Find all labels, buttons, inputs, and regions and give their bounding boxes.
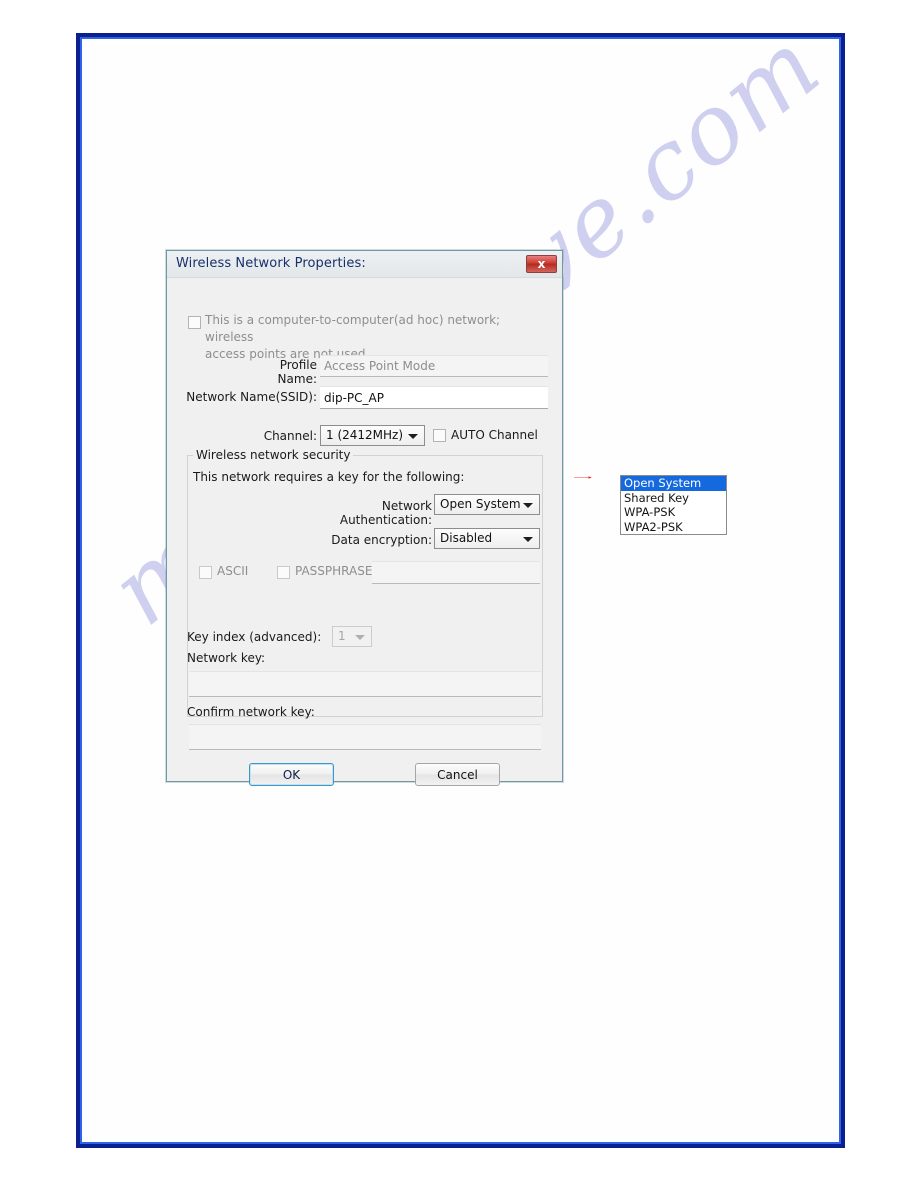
- chevron-down-icon: [523, 537, 533, 542]
- dropdown-option-shared-key[interactable]: Shared Key: [621, 491, 726, 506]
- network-authentication-dropdown[interactable]: Open System: [434, 494, 540, 515]
- dropdown-option-wpa2-psk[interactable]: WPA2-PSK: [621, 520, 726, 535]
- ssid-label: Network Name(SSID):: [186, 390, 317, 404]
- passphrase-label: PASSPHRASE: [295, 564, 373, 578]
- ssid-input[interactable]: dip-PC_AP: [320, 386, 548, 409]
- dialog-body: This is a computer-to-computer(ad hoc) n…: [167, 278, 562, 786]
- key-index-label: Key index (advanced):: [187, 630, 322, 644]
- callout-arrow-icon: [574, 476, 592, 479]
- adhoc-checkbox[interactable]: [188, 316, 201, 329]
- auto-channel-label: AUTO Channel: [451, 428, 538, 442]
- dropdown-option-open-system[interactable]: Open System: [621, 476, 726, 491]
- data-encryption-dropdown[interactable]: Disabled: [434, 528, 540, 549]
- data-encryption-value: Disabled: [440, 531, 493, 545]
- profile-name-field: Access Point Mode: [320, 355, 548, 377]
- network-authentication-option-list[interactable]: Open System Shared Key WPA-PSK WPA2-PSK: [620, 475, 727, 535]
- ascii-checkbox: [199, 566, 212, 579]
- passphrase-checkbox: [277, 566, 290, 579]
- profile-name-label: Profile Name:: [277, 358, 317, 386]
- cancel-button[interactable]: Cancel: [415, 763, 500, 786]
- channel-dropdown[interactable]: 1 (2412MHz): [320, 425, 425, 446]
- data-encryption-label: Data encryption:: [331, 533, 432, 547]
- auto-channel-checkbox[interactable]: [433, 429, 446, 442]
- network-authentication-value: Open System: [440, 497, 521, 511]
- confirm-network-key-input[interactable]: [189, 724, 541, 750]
- channel-label: Channel:: [263, 429, 317, 443]
- adhoc-label-line1: This is a computer-to-computer(ad hoc) n…: [205, 313, 501, 344]
- network-key-label: Network key:: [187, 651, 266, 665]
- chevron-down-icon: [408, 434, 418, 439]
- dialog-titlebar: Wireless Network Properties: x: [167, 251, 562, 278]
- ok-button[interactable]: OK: [249, 763, 334, 786]
- confirm-network-key-label: Confirm network key:: [187, 705, 315, 719]
- key-index-value: 1: [338, 629, 346, 643]
- key-index-dropdown: 1: [332, 626, 372, 647]
- network-authentication-label: Network Authentication:: [339, 499, 432, 527]
- close-icon[interactable]: x: [526, 255, 557, 273]
- wireless-network-security-legend: Wireless network security: [193, 448, 354, 462]
- ascii-label: ASCII: [217, 564, 249, 578]
- chevron-down-icon: [523, 503, 533, 508]
- wireless-network-properties-dialog: Wireless Network Properties: x This is a…: [166, 250, 563, 786]
- passphrase-field: [372, 561, 540, 584]
- channel-dropdown-value: 1 (2412MHz): [326, 428, 404, 442]
- dropdown-option-wpa-psk[interactable]: WPA-PSK: [621, 505, 726, 520]
- network-key-input[interactable]: [189, 671, 541, 697]
- chevron-down-icon: [355, 635, 365, 640]
- dialog-title: Wireless Network Properties:: [176, 256, 366, 271]
- security-description: This network requires a key for the foll…: [193, 470, 465, 484]
